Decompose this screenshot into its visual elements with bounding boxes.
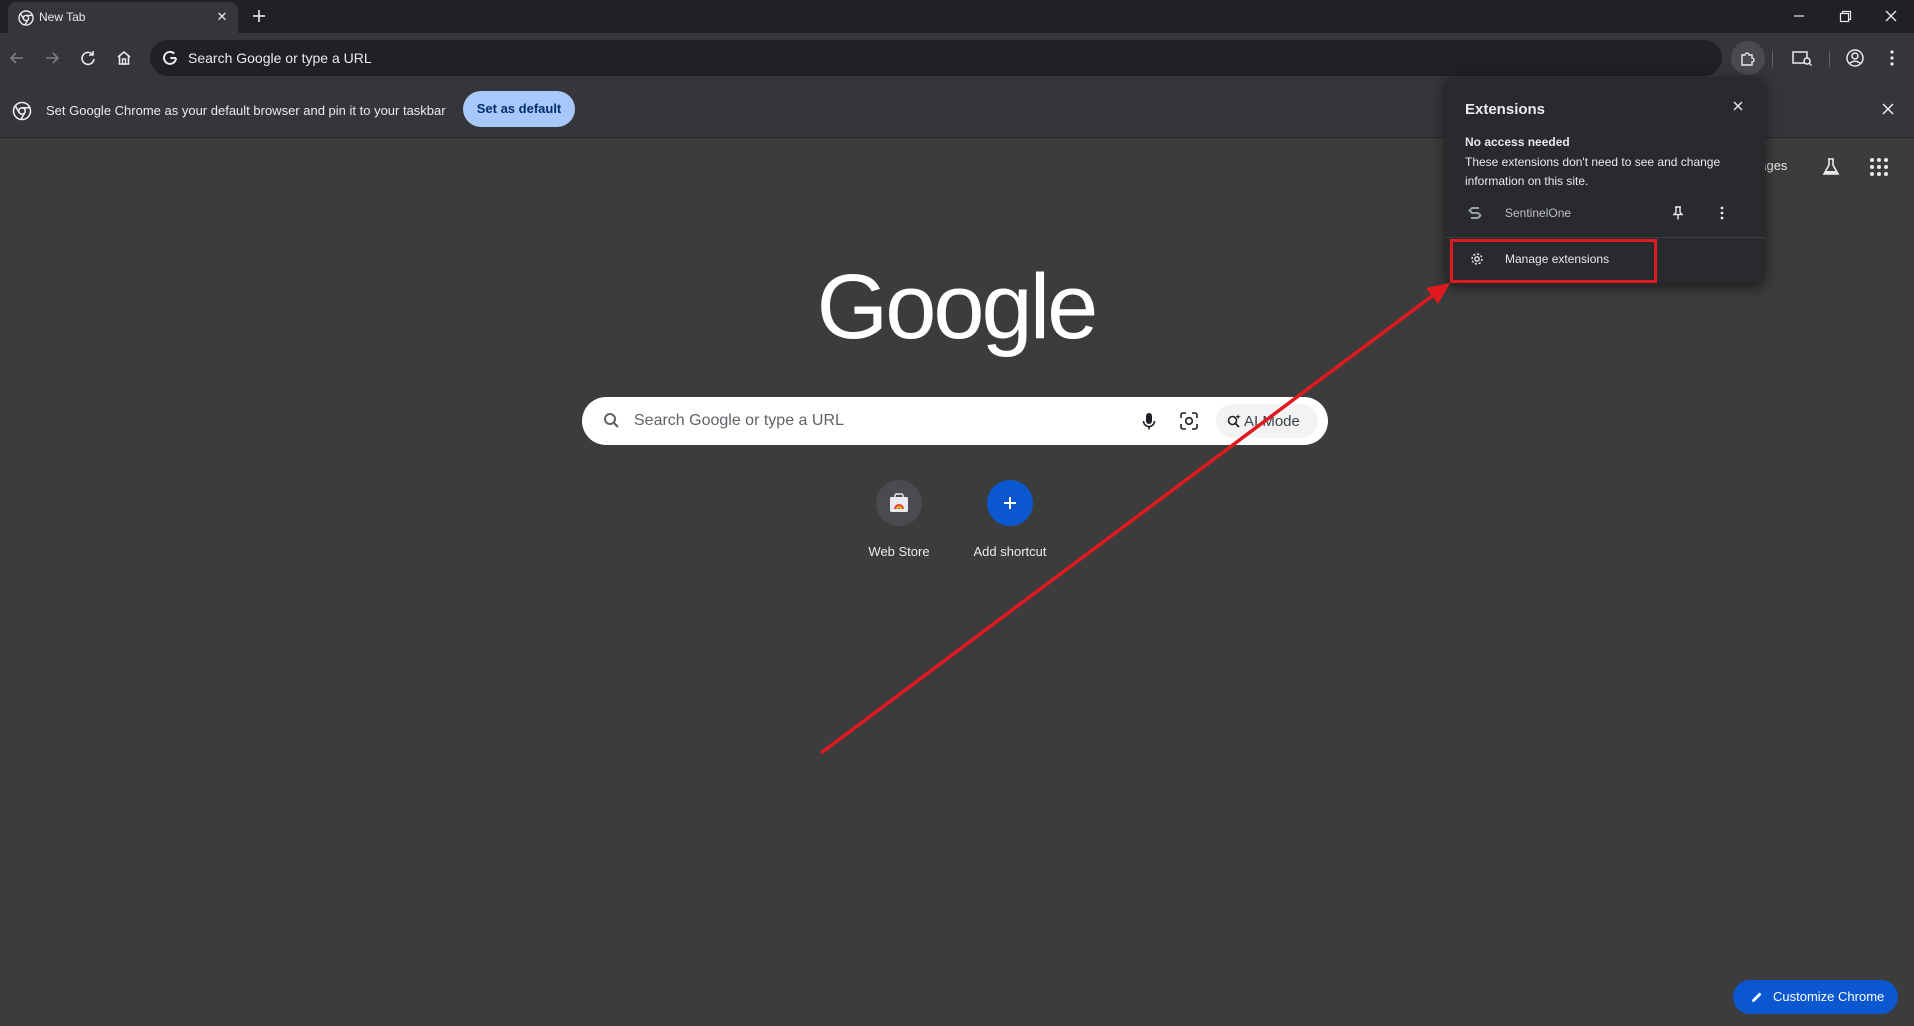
chrome-icon — [18, 10, 34, 26]
google-g-icon — [163, 50, 177, 65]
labs-flask-icon[interactable] — [1820, 156, 1842, 178]
add-shortcut-icon — [987, 480, 1033, 526]
no-access-heading: No access needed — [1465, 135, 1570, 149]
restore-icon[interactable] — [1833, 5, 1857, 27]
set-as-default-button[interactable]: Set as default — [463, 91, 575, 127]
new-tab-plus-icon[interactable] — [250, 7, 268, 25]
tab-strip: New Tab ✕ — [0, 0, 1914, 33]
media-controls-icon[interactable] — [1790, 46, 1814, 70]
annotation-highlight-box — [1450, 239, 1657, 283]
customize-chrome-button[interactable]: Customize Chrome — [1733, 980, 1898, 1014]
toolbar-separator — [1829, 51, 1830, 67]
back-icon[interactable] — [4, 45, 30, 71]
extension-item-sentinelone[interactable]: SentinelOne — [1445, 195, 1765, 231]
home-icon[interactable] — [111, 45, 137, 71]
popup-divider — [1445, 237, 1765, 238]
shortcut-label: Web Store — [868, 544, 930, 559]
close-window-icon[interactable] — [1879, 5, 1903, 27]
close-popup-icon[interactable] — [1729, 97, 1747, 115]
extensions-popup-title: Extensions — [1465, 101, 1546, 118]
close-infobar-icon[interactable] — [1879, 100, 1897, 118]
minimize-icon[interactable] — [1787, 5, 1811, 27]
ntp-search-box[interactable]: Search Google or type a URL AI Mode — [582, 397, 1328, 445]
infobar-message: Set Google Chrome as your default browse… — [46, 103, 446, 118]
google-lens-icon[interactable] — [1178, 410, 1200, 432]
customize-chrome-label: Customize Chrome — [1773, 989, 1885, 1004]
profile-icon[interactable] — [1843, 46, 1867, 70]
shortcut-label: Add shortcut — [973, 544, 1047, 559]
search-icon — [604, 413, 619, 428]
shortcut-web-store[interactable]: Web Store — [849, 480, 949, 560]
ai-mode-search-icon — [1227, 414, 1241, 428]
pencil-icon — [1752, 992, 1762, 1002]
google-logo: Google — [816, 256, 1099, 358]
address-bar-text: Search Google or type a URL — [188, 50, 372, 66]
more-options-icon[interactable] — [1713, 204, 1731, 222]
tab-new-tab[interactable]: New Tab ✕ — [8, 2, 238, 33]
toolbar-separator — [1772, 51, 1773, 67]
ai-mode-button[interactable]: AI Mode — [1216, 404, 1318, 438]
address-bar[interactable]: Search Google or type a URL — [150, 40, 1722, 76]
extension-name: SentinelOne — [1505, 206, 1572, 220]
no-access-description: These extensions don't need to see and c… — [1465, 155, 1721, 188]
shortcut-add[interactable]: Add shortcut — [960, 480, 1060, 560]
forward-icon[interactable] — [39, 45, 65, 71]
web-store-icon — [876, 480, 922, 526]
sentinelone-icon — [1468, 207, 1482, 219]
close-tab-icon[interactable]: ✕ — [214, 9, 230, 25]
menu-kebab-icon[interactable] — [1880, 46, 1904, 70]
puzzle-icon — [1741, 52, 1755, 66]
chrome-icon — [12, 101, 32, 121]
google-apps-grid-icon[interactable] — [1868, 156, 1890, 178]
extensions-button[interactable] — [1731, 41, 1765, 75]
microphone-icon[interactable] — [1138, 410, 1160, 432]
pin-icon[interactable] — [1669, 204, 1687, 222]
ai-mode-label: AI Mode — [1244, 413, 1300, 430]
tab-title: New Tab — [39, 10, 86, 24]
reload-icon[interactable] — [75, 45, 101, 71]
search-placeholder: Search Google or type a URL — [634, 412, 844, 429]
